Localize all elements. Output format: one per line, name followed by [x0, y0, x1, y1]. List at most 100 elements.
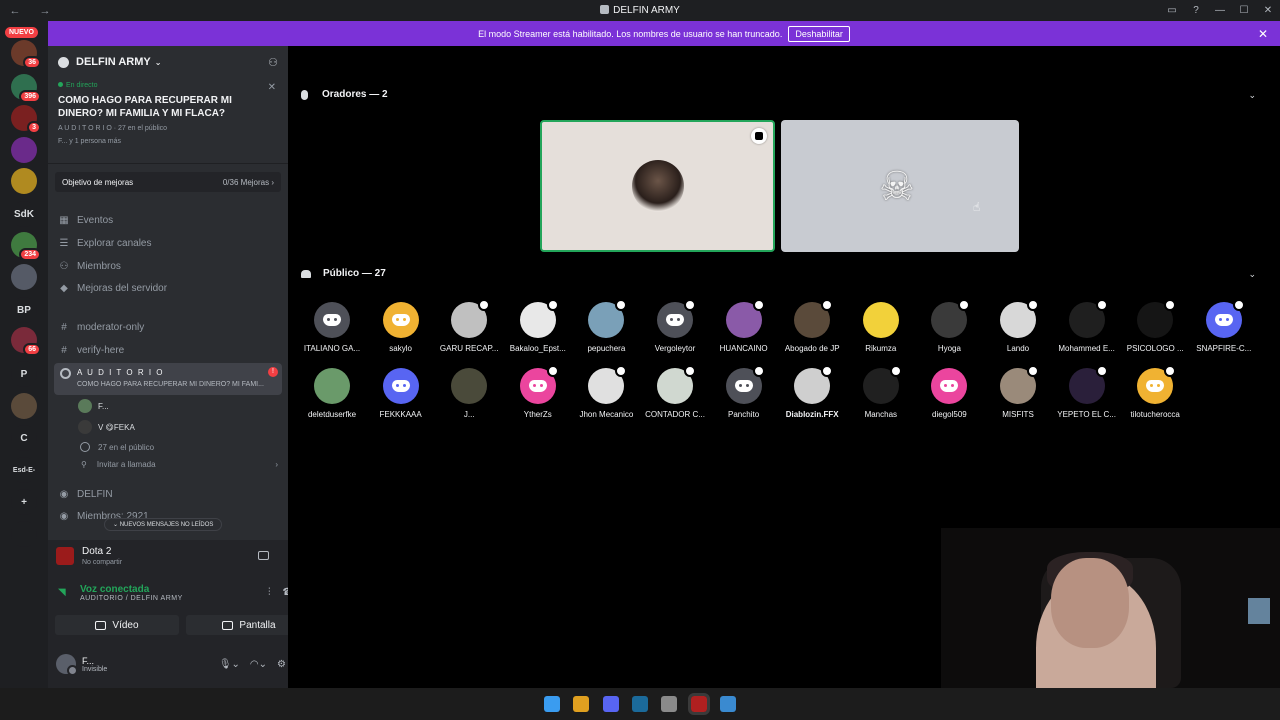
audience-member[interactable]: CONTADOR C...	[640, 365, 710, 419]
forward-arrow-icon[interactable]: →	[30, 5, 60, 17]
server-icon[interactable]: 66	[11, 327, 41, 356]
audience-member[interactable]: Mohammed E...	[1052, 299, 1122, 353]
server-icon[interactable]: 36	[11, 40, 41, 69]
signal-icon[interactable]: ◥	[58, 587, 70, 599]
audience-member[interactable]: Hyoga	[914, 299, 984, 353]
back-arrow-icon[interactable]: ←	[0, 5, 30, 17]
audience-member[interactable]: Abogado de JP	[777, 299, 847, 353]
avatar	[1068, 299, 1108, 338]
server-icon[interactable]	[11, 137, 37, 163]
boost-goal[interactable]: Objetivo de mejoras 0/36 Mejoras ›	[55, 172, 281, 192]
server-icon[interactable]: 234	[11, 232, 41, 261]
server-icon[interactable]: 3	[11, 105, 41, 134]
live-stage-card[interactable]: En directo ✕ COMO HAGO PARA RECUPERAR MI…	[48, 78, 288, 164]
audience-member[interactable]: MISFITS	[983, 365, 1053, 419]
server-icon[interactable]: C	[11, 425, 37, 451]
audience-member[interactable]: FEKKKAAA	[366, 368, 436, 419]
current-user[interactable]: F... Invisible 🎙︎⌄ ◠⌄ ⚙	[56, 650, 286, 678]
alert-badge: !	[268, 367, 278, 377]
microphone-icon[interactable]: 🎙︎⌄	[219, 659, 240, 670]
audience-member[interactable]: ITALIANO GA...	[297, 302, 367, 353]
voice-user[interactable]: F...	[78, 399, 109, 413]
settings-icon[interactable]	[661, 696, 678, 712]
voice-location[interactable]: AUDITORIO / DELFIN ARMY	[80, 595, 183, 602]
audience-member[interactable]: Manchas	[846, 365, 916, 419]
voice-channel-delfin[interactable]: ◉ DELFIN	[58, 488, 113, 500]
stage-channel-auditorio[interactable]: A U D I T O R I O COMO HAGO PARA RECUPER…	[54, 363, 282, 395]
speaker-tile[interactable]: ☠ ☝	[781, 120, 1019, 252]
audience-header[interactable]: Público — 27	[301, 268, 386, 279]
audience-member[interactable]: YtherZs	[503, 365, 573, 419]
audience-member[interactable]: Panchito	[709, 365, 779, 419]
help-icon[interactable]: ?	[1184, 5, 1208, 16]
voice-user[interactable]: V 😋FEKA	[78, 420, 135, 434]
disable-streamer-button[interactable]: Deshabilitar	[788, 25, 850, 42]
windows-start-icon[interactable]	[544, 696, 560, 712]
server-icon[interactable]: +	[11, 489, 37, 515]
minimize-button[interactable]: —	[1208, 5, 1232, 16]
video-button[interactable]: Vídeo	[55, 615, 179, 635]
members-icon: ⚇	[59, 260, 69, 272]
avatar	[794, 365, 834, 404]
inbox-icon[interactable]: ▭	[1160, 5, 1184, 16]
chevron-down-icon[interactable]: ⌄	[1248, 269, 1256, 280]
speakers-header[interactable]: Oradores — 2	[301, 89, 388, 100]
channel-verify-here[interactable]: # verify-here	[58, 344, 124, 356]
avatar	[519, 299, 559, 338]
server-icon[interactable]: 396	[11, 74, 41, 103]
noise-suppression-icon[interactable]: ⫶	[268, 587, 271, 598]
audience-member[interactable]: YEPETO EL C...	[1052, 365, 1122, 419]
nav-members[interactable]: ⚇ Miembros	[58, 260, 121, 272]
audience-member-name: Panchito	[728, 410, 760, 419]
close-banner-icon[interactable]: ✕	[1258, 27, 1268, 41]
server-icon[interactable]	[11, 264, 37, 290]
chevron-down-icon[interactable]: ⌄	[1248, 90, 1256, 101]
gear-icon[interactable]: ⚙	[277, 659, 286, 670]
invite-to-call[interactable]: ⚲ Invitar a llamada ›	[78, 460, 278, 469]
audience-member[interactable]: Rikumza	[846, 302, 916, 353]
channel-moderator-only[interactable]: # moderator-only	[58, 321, 144, 333]
audience-member[interactable]: Diablozin.FFX	[777, 365, 847, 419]
server-icon[interactable]: BP	[11, 297, 37, 323]
nav-browse-channels[interactable]: ☰ Explorar canales	[58, 237, 152, 249]
audience-member-name: HUANCAINO	[719, 344, 768, 353]
server-icon[interactable]	[11, 168, 37, 194]
nav-server-boosts[interactable]: ◆ Mejoras del servidor	[58, 282, 167, 294]
headphones-icon[interactable]: ◠⌄	[250, 659, 267, 670]
dota-icon[interactable]	[687, 693, 710, 715]
server-icon[interactable]: SdK	[11, 201, 37, 227]
nav-events[interactable]: ▦ Eventos	[58, 214, 113, 226]
server-icon[interactable]: Esd-E-	[11, 457, 37, 483]
close-window-button[interactable]: ✕	[1256, 5, 1280, 16]
chrome-icon[interactable]	[573, 696, 590, 712]
audience-member[interactable]: Lando	[983, 299, 1053, 353]
maximize-button[interactable]: ☐	[1232, 5, 1256, 16]
close-icon[interactable]: ✕	[268, 82, 276, 93]
audience-member[interactable]: Bakaloo_Epst...	[503, 299, 573, 353]
steam-icon[interactable]	[631, 696, 648, 712]
audience-member[interactable]: PSICOLOGO ...	[1120, 299, 1190, 353]
server-header[interactable]: DELFIN ARMY ⌄ ⚇	[48, 46, 288, 78]
audience-member[interactable]: J...	[434, 368, 504, 419]
audience-member[interactable]: pepuchera	[571, 299, 641, 353]
stream-game-icon[interactable]	[258, 551, 269, 560]
audience-member[interactable]: SNAPFIRE-C...	[1189, 299, 1259, 353]
new-messages-pill[interactable]: ⌄ NUEVOS MENSAJES NO LEÍDOS	[104, 518, 223, 531]
audience-member[interactable]: GARU RECAP...	[434, 299, 504, 353]
audience-member[interactable]: sakylo	[366, 302, 436, 353]
audience-member[interactable]: HUANCAINO	[709, 299, 779, 353]
audience-member[interactable]: deletduserfke	[297, 368, 367, 419]
audience-member[interactable]: tilotucherocca	[1120, 365, 1190, 419]
server-icon[interactable]	[11, 521, 37, 547]
audience-member[interactable]: diegol509	[914, 368, 984, 419]
speaker-tile[interactable]	[540, 120, 775, 252]
notepad-icon[interactable]	[719, 696, 736, 712]
muted-mic-icon	[821, 365, 834, 377]
server-icon[interactable]: P	[11, 361, 37, 387]
discord-taskbar-icon[interactable]	[602, 696, 619, 712]
muted-mic-icon	[889, 365, 902, 377]
server-icon[interactable]	[11, 393, 37, 419]
invite-people-icon[interactable]: ⚇	[268, 56, 278, 69]
audience-member[interactable]: Vergoleytor	[640, 299, 710, 353]
audience-member[interactable]: Jhon Mecanico	[571, 365, 641, 419]
